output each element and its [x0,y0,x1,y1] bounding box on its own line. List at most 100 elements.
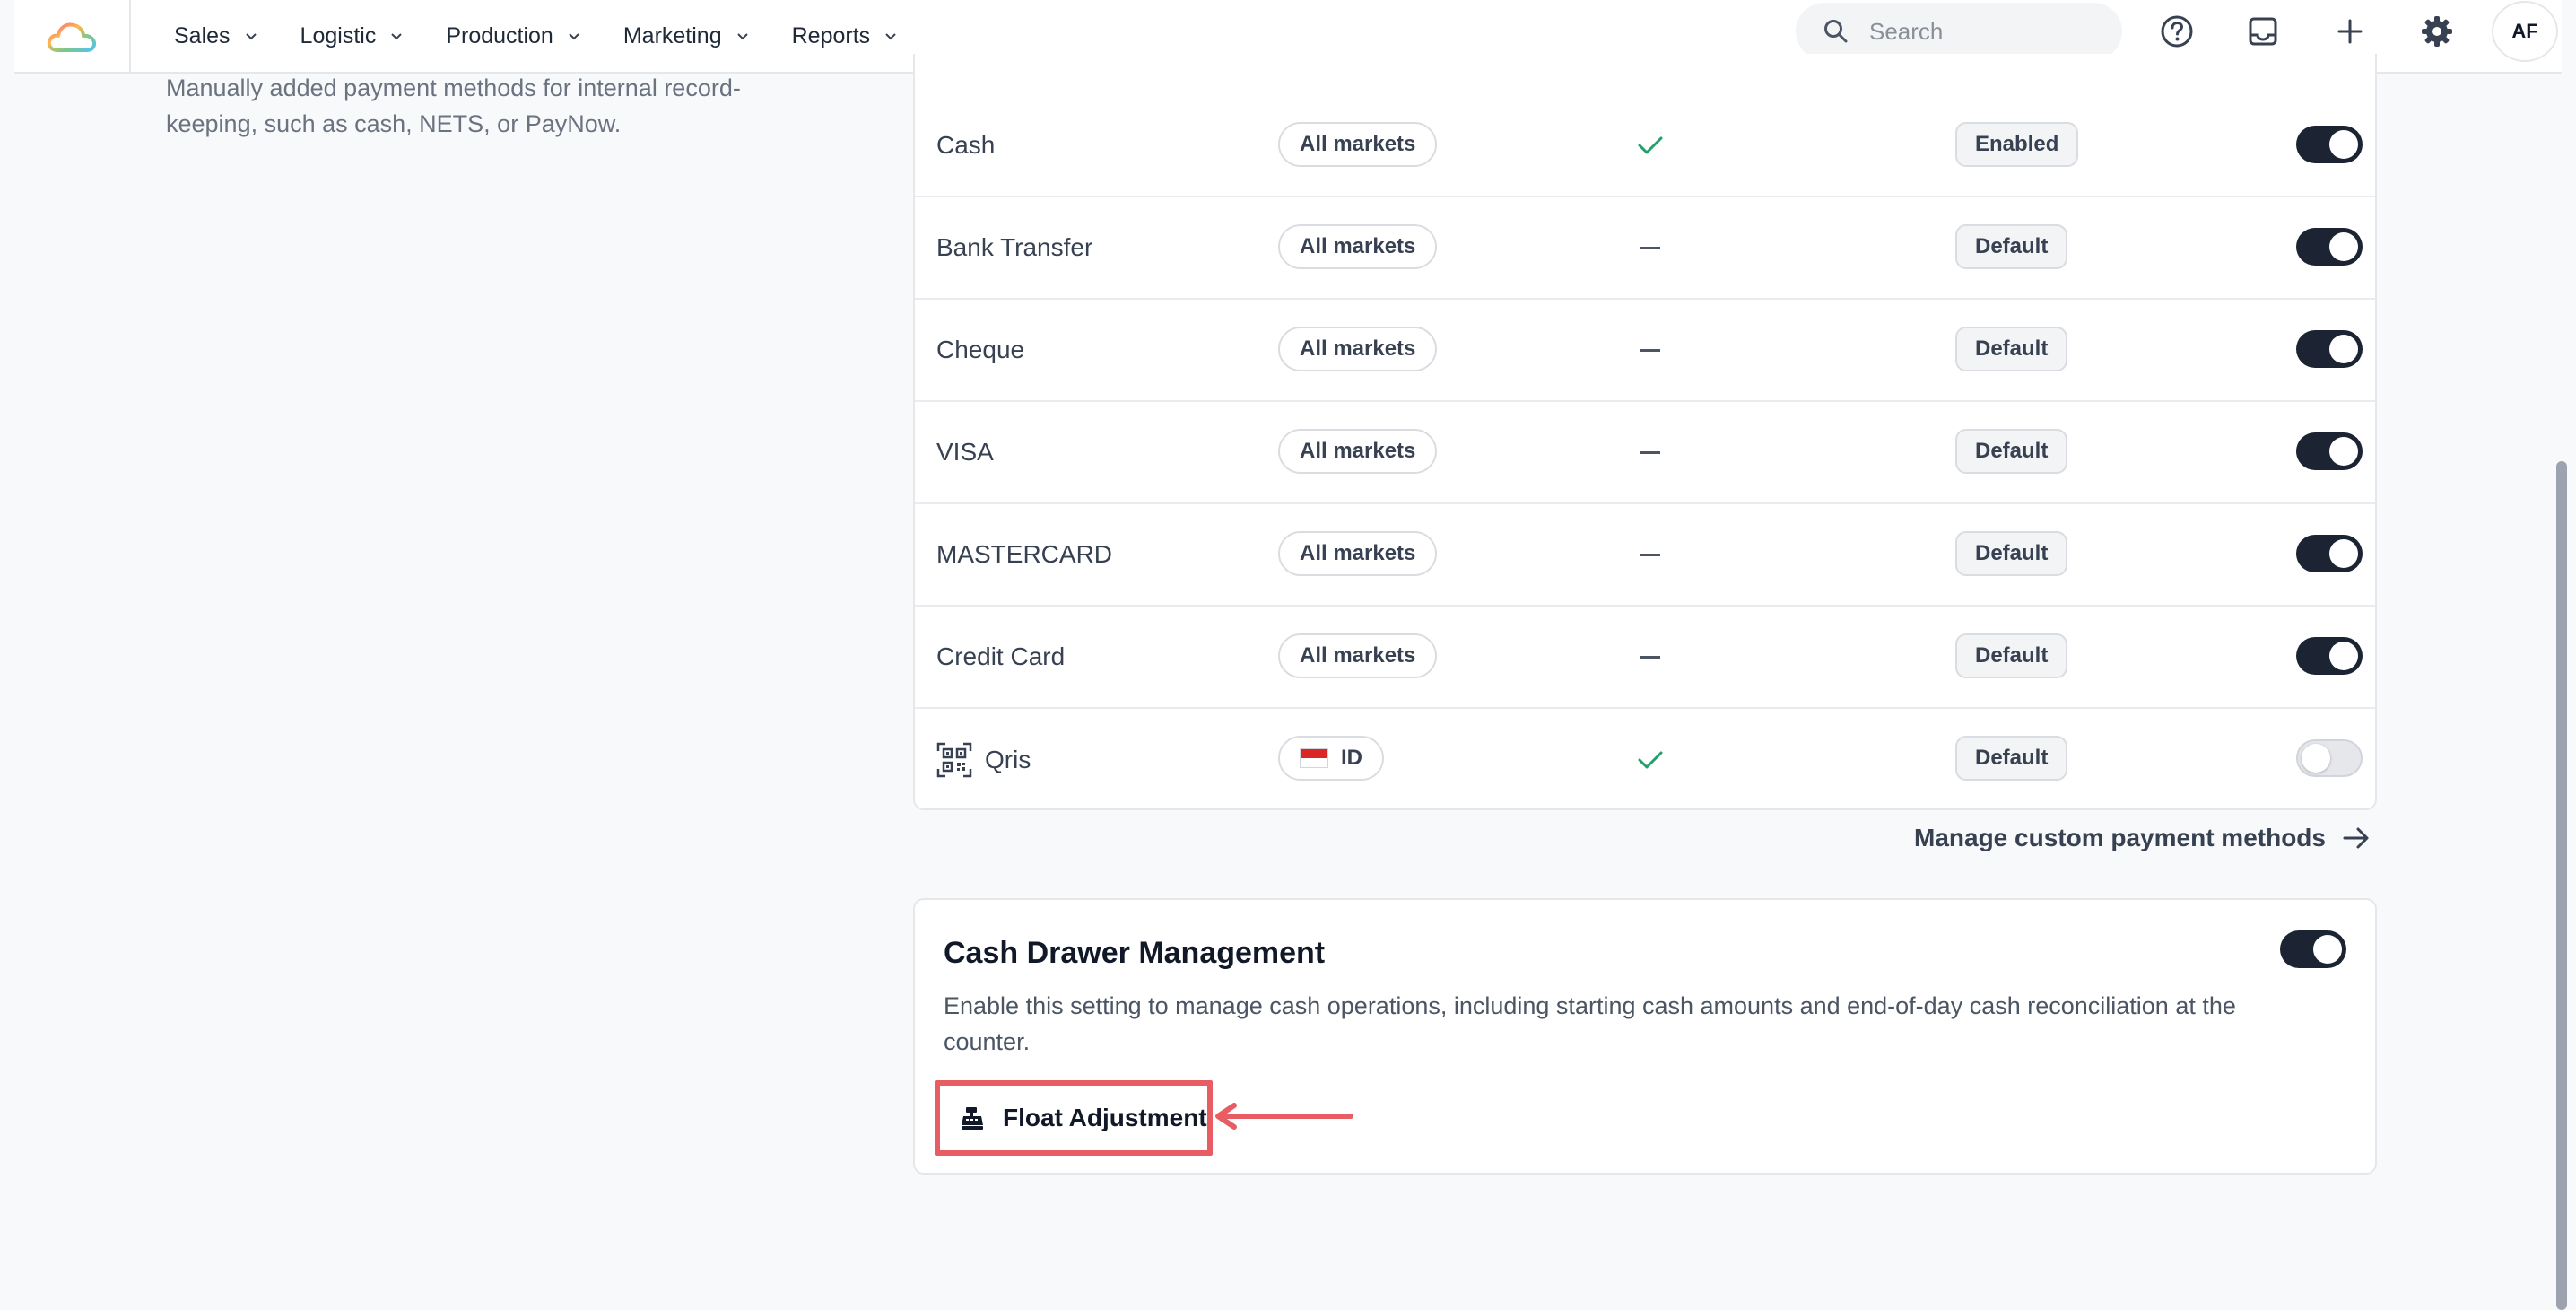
chevron-down-icon [736,33,748,40]
enable-toggle[interactable] [2296,739,2363,777]
float-adjustment-label: Float Adjustment [1003,1104,1207,1131]
inbox-icon [2249,17,2277,46]
nav-logistic[interactable]: Logistic [300,23,405,49]
market-badge: All markets [1278,531,1438,576]
chevron-down-icon [885,33,896,40]
status-label: Default [1975,541,2049,565]
enable-toggle[interactable] [2296,432,2363,470]
search-icon [1824,20,1848,43]
table-row: Qris ID Default [915,709,2375,811]
chevron-down-icon [245,33,257,40]
chevron-down-icon [391,33,403,40]
cash-register-icon [962,1107,983,1130]
dash-icon [1632,402,1668,502]
app-logo[interactable] [14,0,131,73]
main-nav: Sales Logistic Production Marketing Repo… [174,23,940,49]
method-name: Cash [936,131,996,159]
user-avatar[interactable]: AF [2492,1,2558,62]
status-badge: Enabled [1955,122,2079,167]
nav-marketing-label: Marketing [622,22,722,48]
check-icon [1632,709,1668,811]
market-label: All markets [1300,439,1416,463]
add-button[interactable] [2329,11,2371,52]
help-button[interactable] [2156,11,2197,52]
enable-toggle[interactable] [2296,126,2363,163]
status-label: Default [1975,336,2049,361]
inbox-button[interactable] [2242,11,2284,52]
status-label: Default [1975,234,2049,258]
check-icon [1632,95,1668,196]
market-label: All markets [1300,643,1416,668]
enable-toggle[interactable] [2296,535,2363,572]
market-label: All markets [1300,132,1416,156]
method-name: VISA [936,438,994,466]
dash-icon [1632,504,1668,605]
status-label: Enabled [1975,132,2059,156]
nav-production[interactable]: Production [446,23,582,49]
market-badge: All markets [1278,429,1438,474]
market-label: ID [1341,746,1362,770]
manage-custom-payment-link[interactable]: Manage custom payment methods [1914,824,2371,852]
nav-reports[interactable]: Reports [792,23,900,49]
chevron-down-icon [569,33,579,40]
status-badge: Default [1955,429,2068,474]
table-row: VISA All markets Default [915,402,2375,504]
market-badge: All markets [1278,122,1438,167]
table-row: Bank Transfer All markets Default [915,197,2375,300]
enable-toggle[interactable] [2296,228,2363,266]
enable-toggle[interactable] [2296,330,2363,368]
dash-icon [1632,300,1668,400]
status-badge: Default [1955,327,2068,371]
cloud-logo-icon [47,22,97,52]
method-name: Qris [985,746,1031,773]
method-name: Cheque [936,336,1025,363]
page-scrollbar[interactable] [2556,461,2567,1310]
nav-logistic-label: Logistic [300,22,377,48]
enable-toggle[interactable] [2296,637,2363,675]
market-badge: ID [1278,736,1384,781]
nav-production-label: Production [446,22,553,48]
status-label: Default [1975,746,2049,770]
market-badge: All markets [1278,633,1438,678]
avatar-initials: AF [2511,20,2538,42]
status-badge: Default [1955,224,2068,269]
nav-sales[interactable]: Sales [174,23,259,49]
dash-icon [1632,607,1668,707]
nav-reports-label: Reports [791,22,871,48]
market-label: All markets [1300,336,1416,361]
table-row: MASTERCARD All markets Default [915,504,2375,607]
cash-drawer-card: Cash Drawer Management Enable this setti… [913,898,2377,1175]
cash-drawer-toggle[interactable] [2280,930,2346,968]
nav-sales-label: Sales [174,22,231,48]
status-label: Default [1975,643,2049,668]
status-badge: Default [1955,736,2068,781]
status-badge: Default [1955,531,2068,576]
search-input[interactable] [1869,17,2102,46]
search-box[interactable] [1796,3,2122,60]
help-icon [2161,15,2193,48]
qr-code-icon [936,742,972,778]
method-name: MASTERCARD [936,540,1113,568]
plus-icon [2337,19,2363,44]
table-row: Cash All markets Enabled [915,95,2375,197]
method-name: Bank Transfer [936,233,1093,261]
status-badge: Default [1955,633,2068,678]
cash-drawer-description: Enable this setting to manage cash opera… [944,992,2236,1055]
market-badge: All markets [1278,327,1438,371]
table-row: Cheque All markets Default [915,300,2375,402]
section-description: Manually added payment methods for inter… [166,74,741,137]
market-label: All markets [1300,541,1416,565]
dash-icon [1632,197,1668,298]
float-adjustment-button[interactable]: Float Adjustment [935,1080,1213,1156]
cash-drawer-title: Cash Drawer Management [944,936,1326,970]
gear-icon [2422,16,2452,47]
method-name: Credit Card [936,642,1066,670]
indonesia-flag-icon [1300,748,1328,768]
nav-marketing[interactable]: Marketing [623,23,751,49]
arrow-right-icon [2343,827,2369,849]
annotation-arrow-icon [1215,1103,1353,1130]
table-row: Credit Card All markets Default [915,607,2375,709]
settings-button[interactable] [2416,11,2458,52]
payment-methods-table: Cash All markets Enabled Bank Transfer A… [913,54,2377,810]
status-label: Default [1975,439,2049,463]
